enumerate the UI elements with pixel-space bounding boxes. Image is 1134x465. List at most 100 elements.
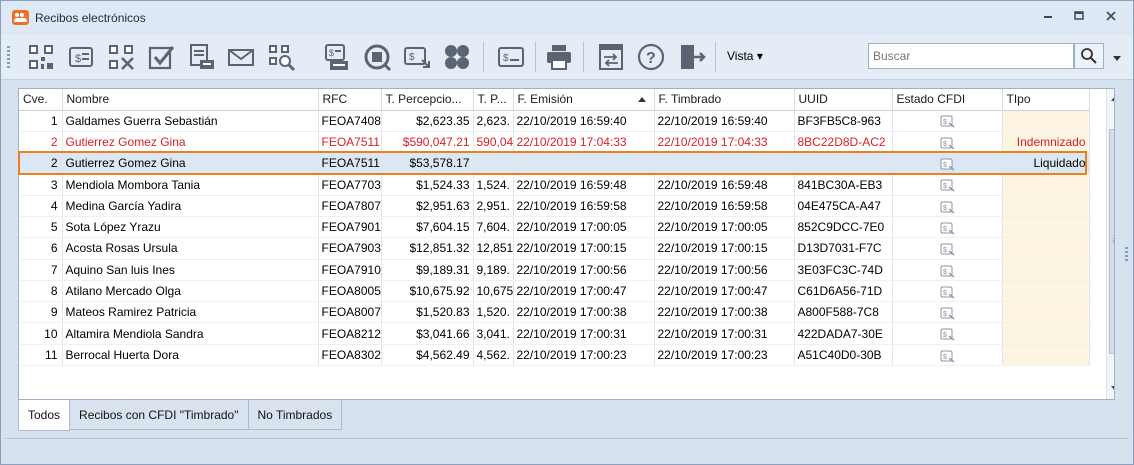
cfdi-document-icon[interactable]: $ (940, 201, 955, 214)
cell-f-timbrado: 22/10/2019 17:00:31 (654, 322, 795, 345)
toolbar-grip[interactable] (7, 46, 10, 70)
toolbar: $ $ $ $ ? Vista ▾ Buscar (1, 34, 1133, 80)
cell-cve: 7 (19, 259, 63, 281)
title-bar: Recibos electrónicos (1, 1, 1133, 33)
svg-text:$: $ (75, 53, 81, 65)
transfer-window-icon[interactable] (595, 41, 627, 73)
table-row[interactable]: 5 Sota López Yrazu FEOA7901 $7,604.15 7,604.… (19, 216, 1090, 239)
cell-estado-cfdi: $ (892, 216, 1003, 239)
modules-icon[interactable] (441, 41, 473, 73)
cell-tipo (1002, 237, 1090, 260)
cell-uuid: 3E03FC3C-74D (794, 259, 893, 281)
table-row[interactable]: 9 Mateos Ramirez Patricia FEOA8007 $1,520.8… (19, 301, 1090, 324)
cell-tipo (1002, 110, 1090, 132)
column-header-cve[interactable]: Cve. (19, 89, 63, 111)
svg-text:$: $ (943, 247, 947, 254)
cfdi-document-icon[interactable]: $ (940, 115, 955, 129)
cfdi-document-icon[interactable]: $ (940, 328, 955, 341)
cell-f-emision: 22/10/2019 17:00:31 (513, 322, 655, 345)
column-header-nombre[interactable]: Nombre (62, 89, 319, 111)
column-header-estado-cfdi[interactable]: Estado CFDI (892, 89, 1003, 111)
cfdi-document-icon[interactable]: $ (940, 222, 955, 235)
cell-cve: 5 (19, 216, 63, 239)
cell-t-p: 4,562. (473, 344, 514, 367)
console-icon[interactable]: $ (495, 41, 527, 73)
scroll-thumb[interactable] (1109, 129, 1114, 354)
cfdi-document-icon[interactable]: $ (940, 137, 955, 150)
restore-icon[interactable] (1069, 9, 1089, 27)
column-header-uuid[interactable]: UUID (794, 89, 893, 111)
cell-nombre: Aquino San luis Ines (62, 259, 319, 281)
column-header-t-p[interactable]: T. P... (473, 89, 514, 111)
column-header-tipo[interactable]: TIpo (1002, 89, 1090, 111)
qr-code-x-icon[interactable] (105, 41, 137, 73)
checkbox-icon[interactable] (145, 41, 177, 73)
cell-f-emision: 22/10/2019 16:59:58 (513, 195, 655, 217)
search-input[interactable] (868, 43, 1074, 69)
toolbar-overflow-icon[interactable] (1113, 51, 1121, 61)
cfdi-document-icon[interactable]: $ (940, 179, 955, 192)
help-icon[interactable]: ? (635, 41, 667, 73)
table-row[interactable]: 11 Berrocal Huerta Dora FEOA8302 $4,562.49 4… (19, 344, 1090, 367)
cfdi-document-icon[interactable]: $ (940, 243, 955, 256)
print-document-icon[interactable] (185, 41, 217, 73)
table-row[interactable]: 4 Medina García Yadira FEOA7807 $2,951.63 2,… (19, 195, 1090, 217)
tab-recibos-con-cfdi-timbrado[interactable]: Recibos con CFDI "Timbrado" (69, 400, 249, 430)
table-row[interactable]: 10 Altamira Mendiola Sandra FEOA8212 $3,041… (19, 322, 1090, 345)
qr-code-icon[interactable] (25, 41, 57, 73)
cell-f-timbrado: 22/10/2019 17:00:15 (654, 237, 795, 260)
tab-no-timbrados[interactable]: No Timbrados (247, 400, 343, 430)
cfdi-document-icon[interactable]: $ (940, 350, 955, 363)
svg-text:$: $ (943, 354, 947, 361)
printer-icon[interactable] (543, 41, 575, 73)
cell-t-percepciones: $3,041.66 (381, 322, 474, 345)
tab-todos[interactable]: Todos (18, 400, 71, 431)
cell-nombre: Sota López Yrazu (62, 216, 319, 239)
svg-text:$: $ (943, 205, 947, 212)
receipt-print-icon[interactable]: $ (321, 41, 353, 73)
vertical-scrollbar[interactable] (1106, 89, 1114, 399)
splitter-grip[interactable] (1125, 247, 1128, 261)
scroll-up-icon[interactable] (1111, 96, 1114, 101)
svg-text:$: $ (503, 53, 509, 64)
receipt-icon[interactable]: $ (65, 41, 97, 73)
qr-search-icon[interactable] (265, 41, 297, 73)
cell-f-timbrado: 22/10/2019 16:59:48 (654, 173, 795, 196)
cell-cve: 2 (19, 152, 63, 175)
table-row[interactable]: 2 Gutierrez Gomez Gina FEOA7511 $590,047.21… (19, 131, 1090, 154)
cell-f-emision: 22/10/2019 17:04:33 (513, 131, 655, 154)
table-row[interactable]: 8 Atilano Mercado Olga FEOA8005 $10,675.92 1… (19, 280, 1090, 303)
scroll-down-icon[interactable] (1111, 386, 1114, 391)
envelope-icon[interactable] (225, 41, 257, 73)
svg-text:?: ? (646, 50, 656, 67)
column-header-f-timbrado[interactable]: F. Timbrado (654, 89, 795, 111)
table-row[interactable]: 1 Galdames Guerra Sebastián FEOA7408 $2,623… (19, 110, 1090, 132)
column-header-t-percepciones[interactable]: T. Percepcio... (381, 89, 474, 111)
cfdi-document-icon[interactable]: $ (940, 286, 955, 299)
cell-t-percepciones: $1,524.33 (381, 173, 474, 196)
cfdi-document-icon[interactable]: $ (940, 158, 955, 171)
magnify-receipt-icon[interactable] (361, 41, 393, 73)
cfdi-document-icon[interactable]: $ (940, 307, 955, 320)
receipt-export-icon[interactable]: $ (401, 41, 433, 73)
cell-t-percepciones: $2,951.63 (381, 195, 474, 217)
column-header-rfc[interactable]: RFC (318, 89, 382, 111)
table-row[interactable]: 2 Gutierrez Gomez Gina FEOA7511 $53,578.17 $… (19, 152, 1090, 175)
table-row[interactable]: 7 Aquino San luis Ines FEOA7910 $9,189.31 9,… (19, 259, 1090, 281)
svg-text:$: $ (943, 141, 947, 148)
search-button[interactable] (1074, 43, 1104, 69)
cell-uuid: C61D6A56-71D (794, 280, 893, 303)
minimize-icon[interactable] (1038, 9, 1058, 27)
cell-uuid: D13D7031-F7C (794, 237, 893, 260)
close-icon[interactable] (1101, 9, 1121, 27)
toolbar-separator (483, 42, 484, 72)
cell-rfc: FEOA8005 (318, 280, 382, 303)
table-row[interactable]: 3 Mendiola Mombora Tania FEOA7703 $1,524.33… (19, 173, 1090, 196)
exit-door-icon[interactable] (675, 41, 707, 73)
table-row[interactable]: 6 Acosta Rosas Ursula FEOA7903 $12,851.32 12… (19, 237, 1090, 260)
vista-menu[interactable]: Vista ▾ (727, 49, 763, 63)
cell-cve: 8 (19, 280, 63, 303)
cfdi-document-icon[interactable]: $ (940, 265, 955, 278)
column-header-f-emision[interactable]: F. Emisión (513, 89, 655, 111)
table-header-row: Cve. Nombre RFC T. Percepcio... T. P... … (19, 89, 1090, 111)
